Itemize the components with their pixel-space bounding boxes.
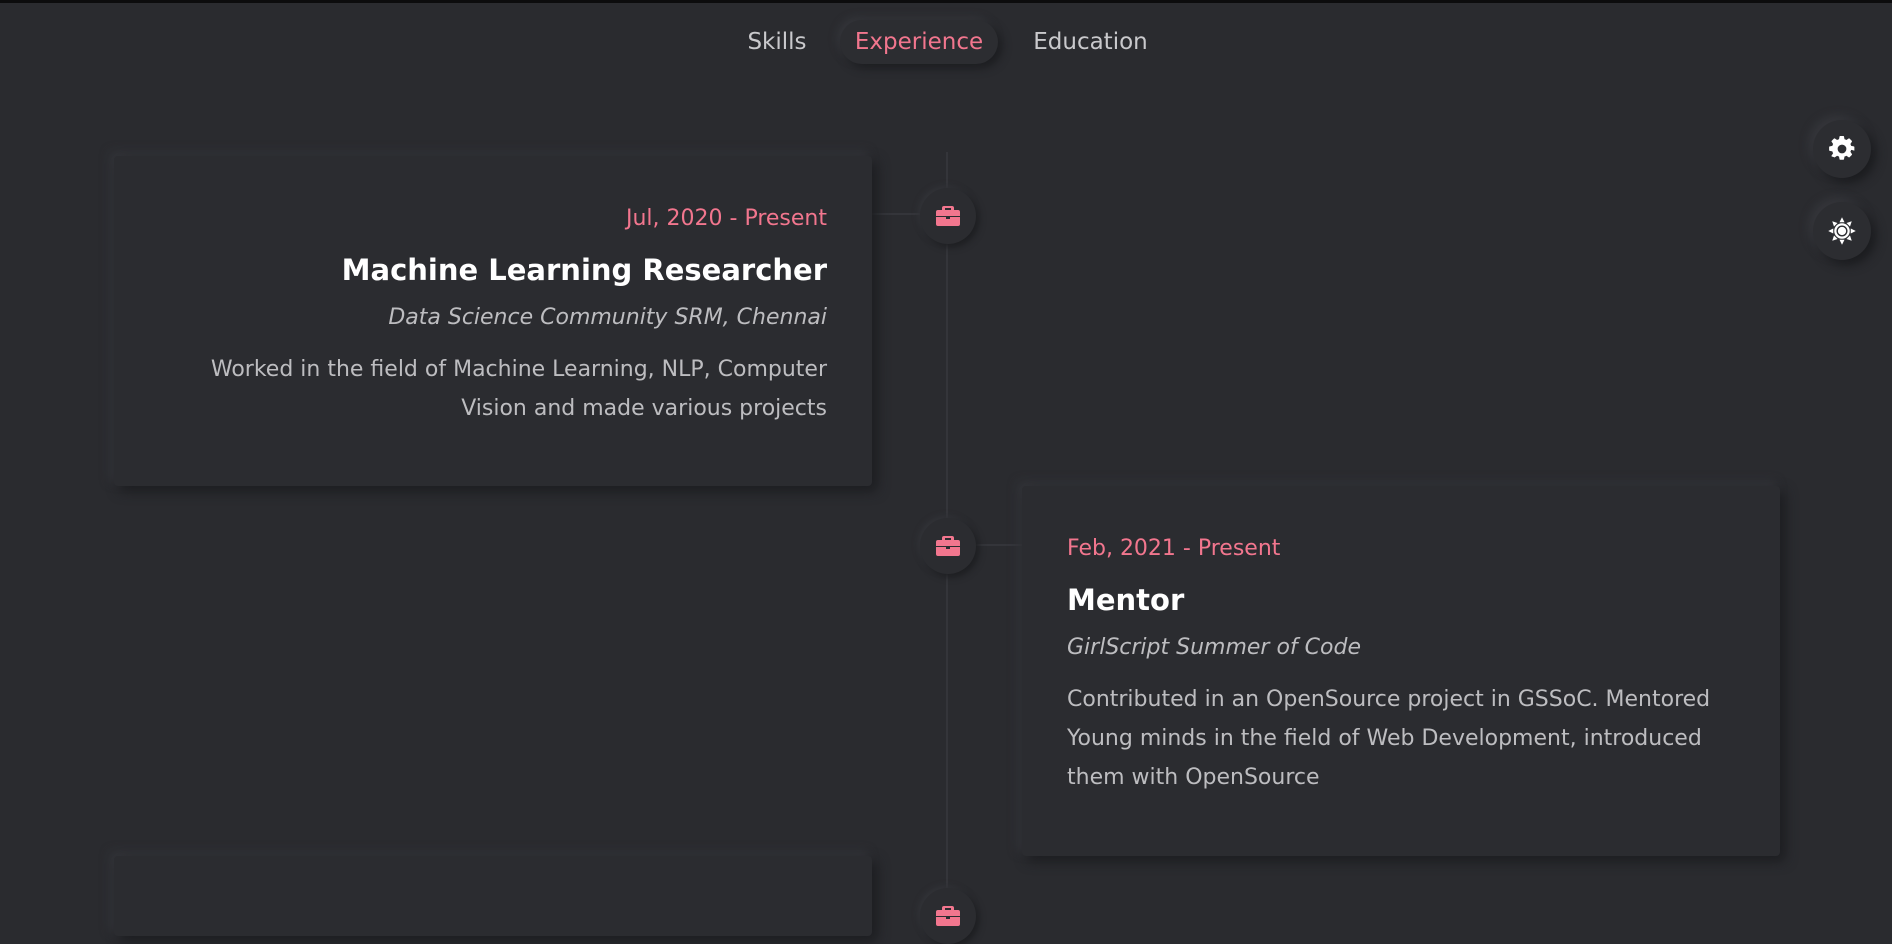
timeline-node [920, 888, 976, 944]
sun-icon [1828, 217, 1856, 245]
settings-button[interactable] [1813, 120, 1871, 178]
experience-organization: Data Science Community SRM, Chennai [388, 305, 827, 330]
briefcase-icon [936, 206, 960, 226]
experience-description: Worked in the field of Machine Learning,… [210, 357, 827, 421]
experience-card [114, 856, 872, 936]
tab-experience[interactable]: Experience [840, 20, 998, 64]
experience-role: Mentor [1067, 583, 1185, 617]
section-tabs: Skills Experience Education [0, 20, 1892, 64]
briefcase-icon [936, 536, 960, 556]
experience-date: Jul, 2020 - Present [626, 206, 827, 231]
tab-skills[interactable]: Skills [732, 20, 822, 64]
experience-date: Feb, 2021 - Present [1067, 536, 1281, 561]
experience-description: Contributed in an OpenSource project in … [1067, 687, 1711, 790]
timeline-node [920, 518, 976, 574]
timeline-connector [872, 213, 922, 215]
experience-role: Machine Learning Researcher [341, 253, 827, 287]
timeline-connector [972, 544, 1022, 546]
theme-toggle-button[interactable] [1813, 202, 1871, 260]
tab-education[interactable]: Education [1018, 20, 1163, 64]
briefcase-icon [936, 906, 960, 926]
experience-card: Feb, 2021 - Present Mentor GirlScript Su… [1022, 486, 1780, 856]
experience-organization: GirlScript Summer of Code [1067, 635, 1361, 660]
gear-icon [1829, 136, 1855, 160]
experience-card: Jul, 2020 - Present Machine Learning Res… [114, 156, 872, 486]
top-border [0, 0, 1892, 3]
timeline-node [920, 188, 976, 244]
